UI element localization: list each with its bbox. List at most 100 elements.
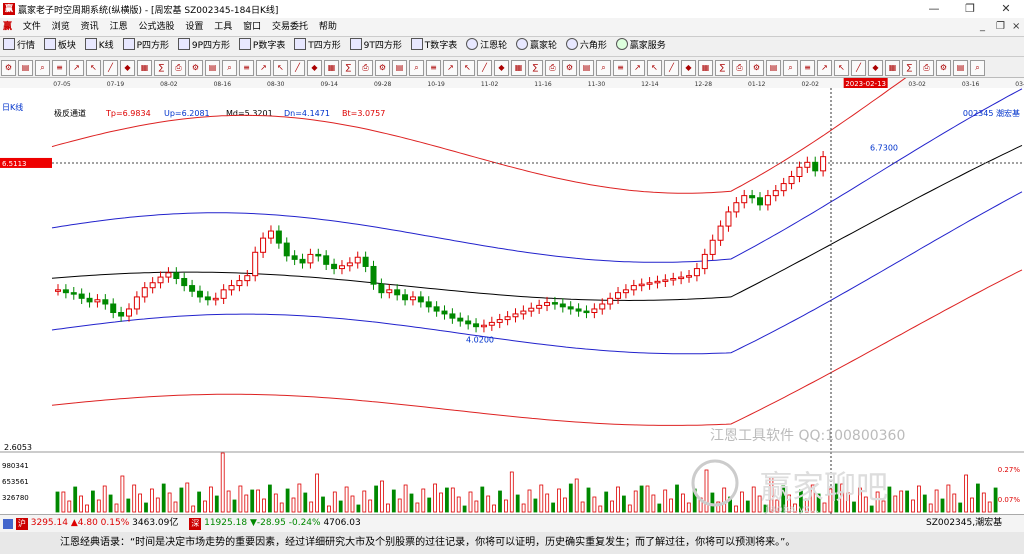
winner-service-button[interactable]: 赢家服务 [613, 37, 669, 56]
volume-bar [751, 486, 756, 513]
candle [733, 202, 740, 213]
gear-icon[interactable]: ⚙ [375, 60, 390, 76]
menu-file[interactable]: 文件 [19, 18, 45, 36]
gear-icon[interactable]: ⚙ [936, 60, 951, 76]
p-square-button[interactable]: P四方形 [120, 37, 172, 56]
cursor-icon[interactable]: ↖ [86, 60, 101, 76]
grid-icon[interactable]: ▦ [137, 60, 152, 76]
diamond-icon[interactable]: ◆ [494, 60, 509, 76]
arrow-icon[interactable]: ↗ [69, 60, 84, 76]
list-icon[interactable]: ≡ [800, 60, 815, 76]
arrow-icon[interactable]: ↗ [817, 60, 832, 76]
list-icon[interactable]: ≡ [52, 60, 67, 76]
print-icon[interactable]: ⎙ [732, 60, 747, 76]
menu-formula[interactable]: 公式选股 [134, 18, 178, 36]
line-icon[interactable]: ╱ [477, 60, 492, 76]
zoom-icon[interactable]: ⌕ [35, 60, 50, 76]
volume-bar [940, 498, 945, 513]
menu-trade[interactable]: 交易委托 [268, 18, 312, 36]
line-icon[interactable]: ╱ [103, 60, 118, 76]
volume-bar [114, 503, 119, 513]
arrow-icon[interactable]: ↗ [443, 60, 458, 76]
9t-square-button[interactable]: 9T四方形 [347, 37, 405, 56]
diamond-icon[interactable]: ◆ [307, 60, 322, 76]
mdi-minimize-button[interactable]: _ [980, 18, 985, 36]
grid-icon[interactable]: ▦ [511, 60, 526, 76]
diamond-icon[interactable]: ◆ [120, 60, 135, 76]
candle [812, 161, 819, 172]
zoom-icon[interactable]: ⌕ [596, 60, 611, 76]
calc-icon[interactable]: ∑ [528, 60, 543, 76]
grid-icon[interactable] [3, 518, 13, 529]
list-icon[interactable]: ≡ [426, 60, 441, 76]
winner-wheel-button[interactable]: 赢家轮 [513, 37, 560, 56]
arrow-icon[interactable]: ↗ [256, 60, 271, 76]
grid-icon[interactable]: ▦ [324, 60, 339, 76]
mdi-restore-button[interactable]: ❐ [996, 18, 1005, 36]
line-icon[interactable]: ╱ [290, 60, 305, 76]
restore-button[interactable]: ❐ [952, 0, 988, 18]
print-icon[interactable]: ⎙ [919, 60, 934, 76]
menu-settings[interactable]: 设置 [181, 18, 207, 36]
sector-button[interactable]: 板块 [41, 37, 79, 56]
volume-bar [527, 489, 532, 513]
line-icon[interactable]: ╱ [664, 60, 679, 76]
menu-window[interactable]: 窗口 [239, 18, 265, 36]
gear-icon[interactable]: ⚙ [749, 60, 764, 76]
chart-icon[interactable]: ▤ [392, 60, 407, 76]
zoom-icon[interactable]: ⌕ [783, 60, 798, 76]
gear-icon[interactable]: ⚙ [188, 60, 203, 76]
print-icon[interactable]: ⎙ [171, 60, 186, 76]
volume-bar [138, 493, 143, 513]
list-icon[interactable]: ≡ [239, 60, 254, 76]
chart-area[interactable]: 07-05 07-19 08-02 08-16 08-30 09-14 09-28 10-19… [0, 0, 1024, 515]
list-icon[interactable]: ≡ [613, 60, 628, 76]
zoom-icon[interactable]: ⌕ [409, 60, 424, 76]
p-number-table-button[interactable]: P数字表 [236, 37, 288, 56]
line-icon[interactable]: ╱ [851, 60, 866, 76]
menu-tools[interactable]: 工具 [210, 18, 236, 36]
gann-wheel-button[interactable]: 江恩轮 [463, 37, 510, 56]
gear-icon[interactable]: ⚙ [562, 60, 577, 76]
9p-square-button[interactable]: 9P四方形 [175, 37, 233, 56]
candle [409, 296, 416, 301]
cursor-icon[interactable]: ↖ [273, 60, 288, 76]
close-button[interactable]: ✕ [988, 0, 1024, 18]
kline-button[interactable]: K线 [82, 37, 117, 56]
print-icon[interactable]: ⎙ [358, 60, 373, 76]
hexagon-button[interactable]: 六角形 [563, 37, 610, 56]
arrow-icon[interactable]: ↗ [630, 60, 645, 76]
minimize-button[interactable]: — [916, 0, 952, 18]
print-icon[interactable]: ⎙ [545, 60, 560, 76]
chart-icon[interactable]: ▤ [766, 60, 781, 76]
cursor-icon[interactable]: ↖ [647, 60, 662, 76]
chart-icon[interactable]: ▤ [18, 60, 33, 76]
menu-info[interactable]: 资讯 [77, 18, 103, 36]
grid-icon[interactable]: ▦ [698, 60, 713, 76]
mdi-close-button[interactable]: × [1012, 18, 1020, 36]
9t-square-icon [349, 38, 362, 50]
diamond-icon[interactable]: ◆ [868, 60, 883, 76]
t-square-button[interactable]: T四方形 [291, 37, 344, 56]
calc-icon[interactable]: ∑ [902, 60, 917, 76]
calc-icon[interactable]: ∑ [154, 60, 169, 76]
grid-icon[interactable]: ▦ [885, 60, 900, 76]
kline-chart[interactable]: 07-05 07-19 08-02 08-16 08-30 09-14 09-28 10-19… [0, 0, 1024, 515]
t-number-table-button[interactable]: T数字表 [408, 37, 461, 56]
zoom-icon[interactable]: ⌕ [222, 60, 237, 76]
quotes-button[interactable]: 行情 [0, 37, 38, 56]
chart-icon[interactable]: ▤ [579, 60, 594, 76]
chart-icon[interactable]: ▤ [953, 60, 968, 76]
chart-icon[interactable]: ▤ [205, 60, 220, 76]
zoom-icon[interactable]: ⌕ [970, 60, 985, 76]
gear-icon[interactable]: ⚙ [1, 60, 16, 76]
calc-icon[interactable]: ∑ [341, 60, 356, 76]
menu-browse[interactable]: 浏览 [48, 18, 74, 36]
menu-help[interactable]: 帮助 [315, 18, 341, 36]
cursor-icon[interactable]: ↖ [460, 60, 475, 76]
menu-gann[interactable]: 江恩 [106, 18, 132, 36]
calc-icon[interactable]: ∑ [715, 60, 730, 76]
volume-bar [303, 492, 308, 513]
cursor-icon[interactable]: ↖ [834, 60, 849, 76]
diamond-icon[interactable]: ◆ [681, 60, 696, 76]
